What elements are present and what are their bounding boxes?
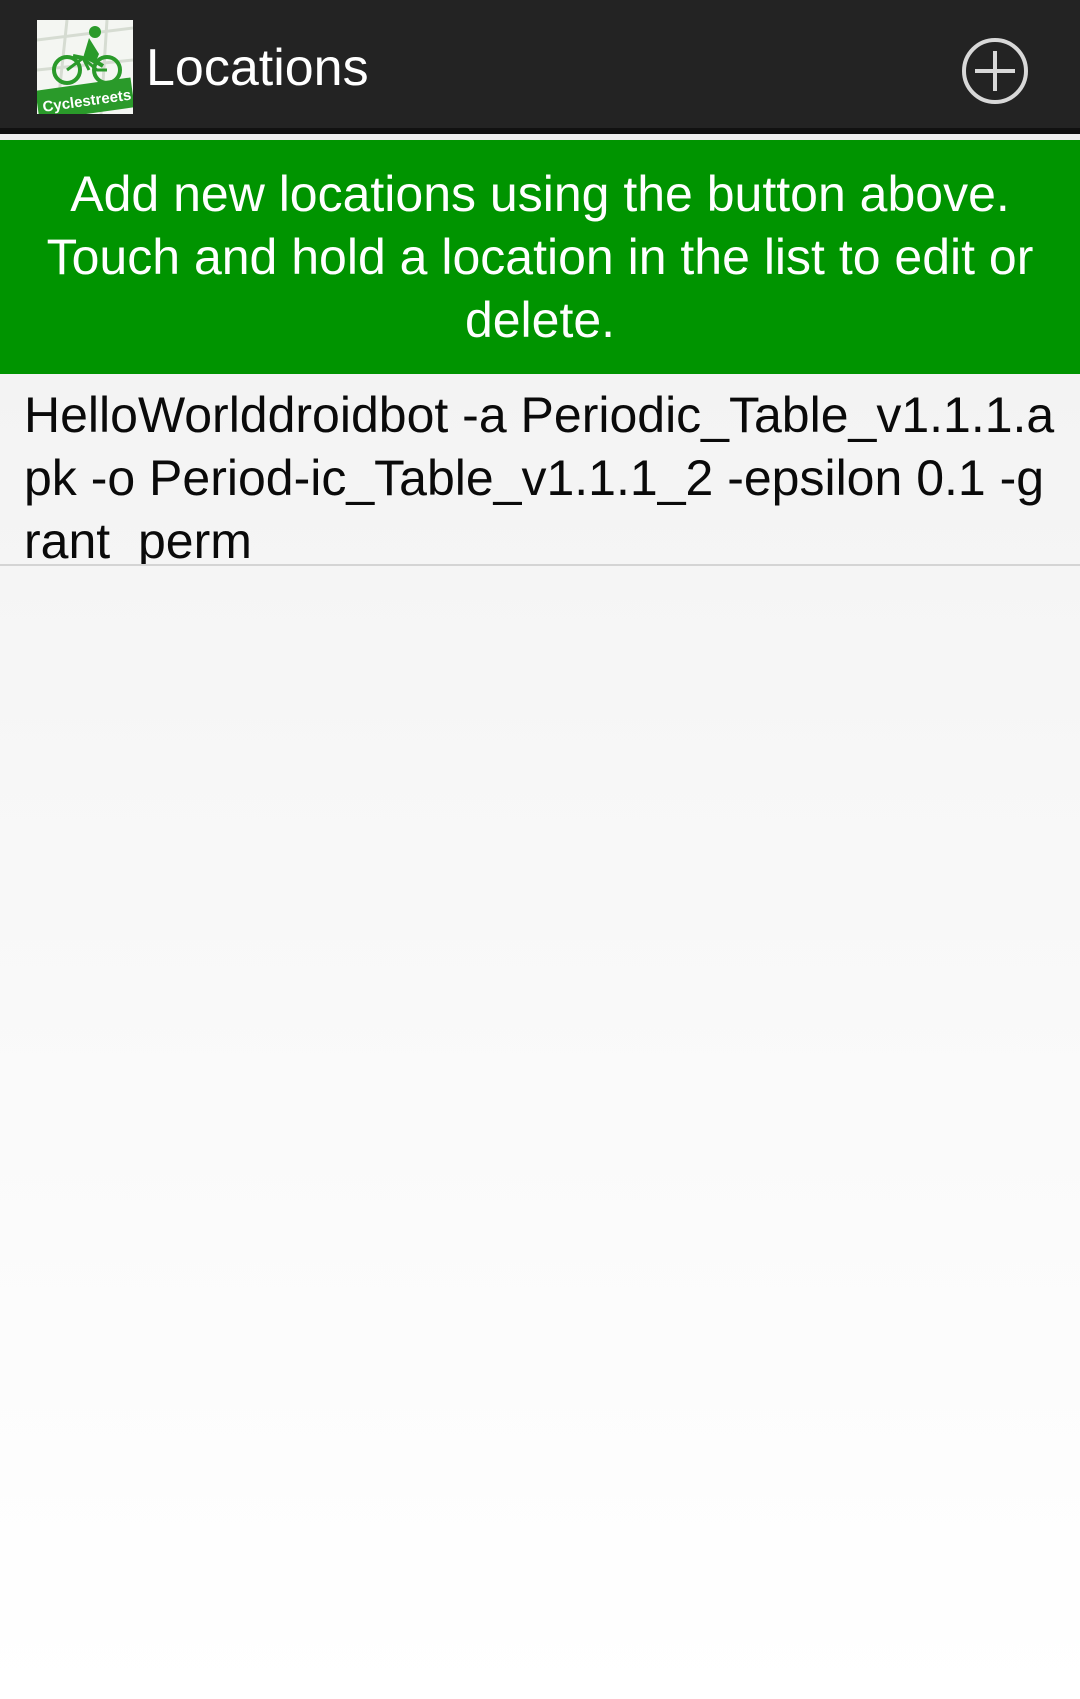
add-circle-icon — [962, 38, 1028, 104]
add-location-button[interactable] — [950, 26, 1040, 116]
location-list: HelloWorlddroidbot -a Periodic_Table_v1.… — [0, 374, 1080, 566]
instructions-text: Add new locations using the button above… — [46, 165, 1034, 348]
page-title: Locations — [146, 39, 369, 97]
cyclestreets-logo-icon[interactable]: Cyclestreets — [37, 20, 133, 114]
action-bar: Cyclestreets Locations — [0, 0, 1080, 134]
cyclestreets-logo-graphic: Cyclestreets — [37, 20, 133, 114]
list-item[interactable]: HelloWorlddroidbot -a Periodic_Table_v1.… — [0, 374, 1080, 566]
instructions-banner: Add new locations using the button above… — [0, 140, 1080, 374]
